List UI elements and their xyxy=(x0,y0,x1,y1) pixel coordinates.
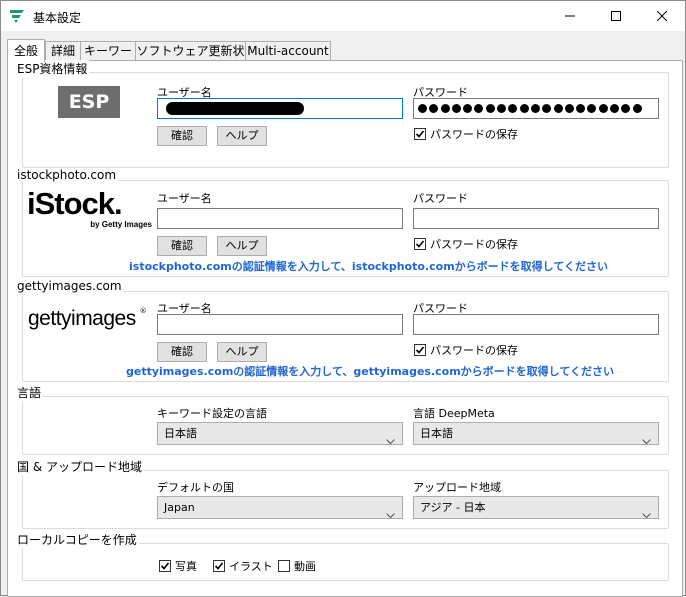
maximize-button[interactable] xyxy=(593,1,639,31)
local-copy-group-label: ローカルコピーを作成 xyxy=(15,531,139,548)
upload-region-select[interactable]: アジア - 日本 xyxy=(413,496,659,519)
esp-credentials-group: ESP資格情報 ESP ユーザー名 パスワード 確認 ヘルプ パスワードの保存 xyxy=(15,60,669,168)
esp-password-mask xyxy=(418,99,658,118)
checkbox-checked-icon xyxy=(213,560,225,572)
esp-save-password-label: パスワードの保存 xyxy=(430,128,518,141)
window-title: 基本設定 xyxy=(33,11,82,25)
istock-logo-subtext: by Getty Images xyxy=(90,220,152,229)
istock-help-button[interactable]: ヘルプ xyxy=(217,236,267,256)
getty-credentials-group: gettyimages.com gettyimages ® ユーザー名 パスワー… xyxy=(15,279,669,382)
esp-username-input[interactable] xyxy=(157,98,403,119)
local-copy-video-label: 動画 xyxy=(294,560,316,573)
minimize-button[interactable] xyxy=(547,1,593,31)
getty-password-input[interactable] xyxy=(413,314,659,335)
general-tab-panel: ESP資格情報 ESP ユーザー名 パスワード 確認 ヘルプ パスワードの保存 … xyxy=(7,60,683,597)
checkbox-checked-icon xyxy=(159,560,171,572)
istock-password-label: パスワード xyxy=(413,192,468,205)
esp-logo-text: ESP xyxy=(68,91,110,113)
region-group-label: 国 & アップロード地域 xyxy=(15,458,144,475)
deepmeta-language-select[interactable]: 日本語 xyxy=(413,422,659,445)
getty-save-password-label: パスワードの保存 xyxy=(430,344,518,357)
language-group-label: 言語 xyxy=(15,384,44,401)
default-country-select[interactable]: Japan xyxy=(157,496,403,519)
registered-icon: ® xyxy=(139,307,147,315)
chevron-down-icon xyxy=(386,431,395,452)
region-group: 国 & アップロード地域 デフォルトの国 Japan アップロード地域 アジア … xyxy=(15,458,669,529)
getty-logo: gettyimages ® xyxy=(28,307,153,335)
esp-password-input[interactable] xyxy=(413,98,659,119)
istock-group-label: istockphoto.com xyxy=(15,168,119,182)
close-button[interactable] xyxy=(639,1,685,31)
keyword-language-value: 日本語 xyxy=(164,427,197,440)
chevron-down-icon xyxy=(642,431,651,452)
getty-logo-text: gettyimages xyxy=(28,307,136,330)
keyword-language-select[interactable]: 日本語 xyxy=(157,422,403,445)
getty-help-button[interactable]: ヘルプ xyxy=(217,342,267,362)
checkbox-checked-icon xyxy=(414,238,426,250)
istock-save-password-checkbox[interactable]: パスワードの保存 xyxy=(414,236,518,252)
chevron-down-icon xyxy=(386,505,395,526)
istock-save-password-label: パスワードの保存 xyxy=(430,238,518,251)
local-copy-illustration-checkbox[interactable]: イラスト xyxy=(213,558,273,574)
esp-group-label: ESP資格情報 xyxy=(15,60,90,77)
default-country-value: Japan xyxy=(164,501,195,514)
getty-confirm-button[interactable]: 確認 xyxy=(157,342,207,362)
istock-password-input[interactable] xyxy=(413,208,659,229)
istock-credentials-group: istockphoto.com iStock. by Getty Images … xyxy=(15,168,669,277)
checkbox-checked-icon xyxy=(414,344,426,356)
local-copy-photo-checkbox[interactable]: 写真 xyxy=(159,558,197,574)
local-copy-photo-label: 写真 xyxy=(175,560,197,573)
tab-general[interactable]: 全般 xyxy=(7,39,45,62)
redacted-username xyxy=(166,102,304,115)
upload-region-value: アジア - 日本 xyxy=(420,501,486,514)
getty-username-input[interactable] xyxy=(157,314,403,335)
istock-info-note: istockphoto.comの認証情報を入力して、istockphoto.co… xyxy=(129,260,608,273)
tab-software-update[interactable]: ソフトウェア更新状況 xyxy=(135,41,246,77)
deepmeta-language-value: 日本語 xyxy=(420,427,453,440)
tab-multi-account[interactable]: Multi-account xyxy=(245,41,331,61)
getty-group-label: gettyimages.com xyxy=(15,279,124,293)
getty-info-note: gettyimages.comの認証情報を入力して、gettyimages.co… xyxy=(126,365,615,378)
istock-username-input[interactable] xyxy=(157,208,403,229)
upload-region-label: アップロード地域 xyxy=(413,481,501,494)
esp-confirm-button[interactable]: 確認 xyxy=(157,126,207,146)
checkbox-unchecked-icon xyxy=(278,560,290,572)
istock-username-label: ユーザー名 xyxy=(157,192,212,205)
chevron-down-icon xyxy=(642,505,651,526)
keyword-language-label: キーワード設定の言語 xyxy=(157,407,267,420)
esp-save-password-checkbox[interactable]: パスワードの保存 xyxy=(414,126,518,142)
local-copy-group: ローカルコピーを作成 写真 イラスト 動画 xyxy=(15,531,669,581)
language-group: 言語 キーワード設定の言語 日本語 言語 DeepMeta 日本語 xyxy=(15,384,669,455)
getty-save-password-checkbox[interactable]: パスワードの保存 xyxy=(414,342,518,358)
settings-window: 基本設定 全般 詳細 キーワード ソフトウェア更新状況 Multi-accoun… xyxy=(0,0,686,597)
deepmeta-language-label: 言語 DeepMeta xyxy=(413,407,495,420)
app-logo-icon xyxy=(9,8,25,27)
istock-logo: iStock. by Getty Images xyxy=(27,187,152,233)
checkbox-checked-icon xyxy=(414,128,426,140)
local-copy-illustration-label: イラスト xyxy=(229,560,273,573)
esp-logo: ESP xyxy=(58,86,120,118)
tab-keywords[interactable]: キーワード xyxy=(80,41,136,77)
default-country-label: デフォルトの国 xyxy=(157,481,234,494)
local-copy-video-checkbox[interactable]: 動画 xyxy=(278,558,316,574)
istock-confirm-button[interactable]: 確認 xyxy=(157,236,207,256)
esp-help-button[interactable]: ヘルプ xyxy=(217,126,267,146)
tab-details[interactable]: 詳細 xyxy=(45,41,81,61)
title-bar: 基本設定 xyxy=(1,1,685,31)
istock-logo-text: iStock. xyxy=(27,186,123,221)
